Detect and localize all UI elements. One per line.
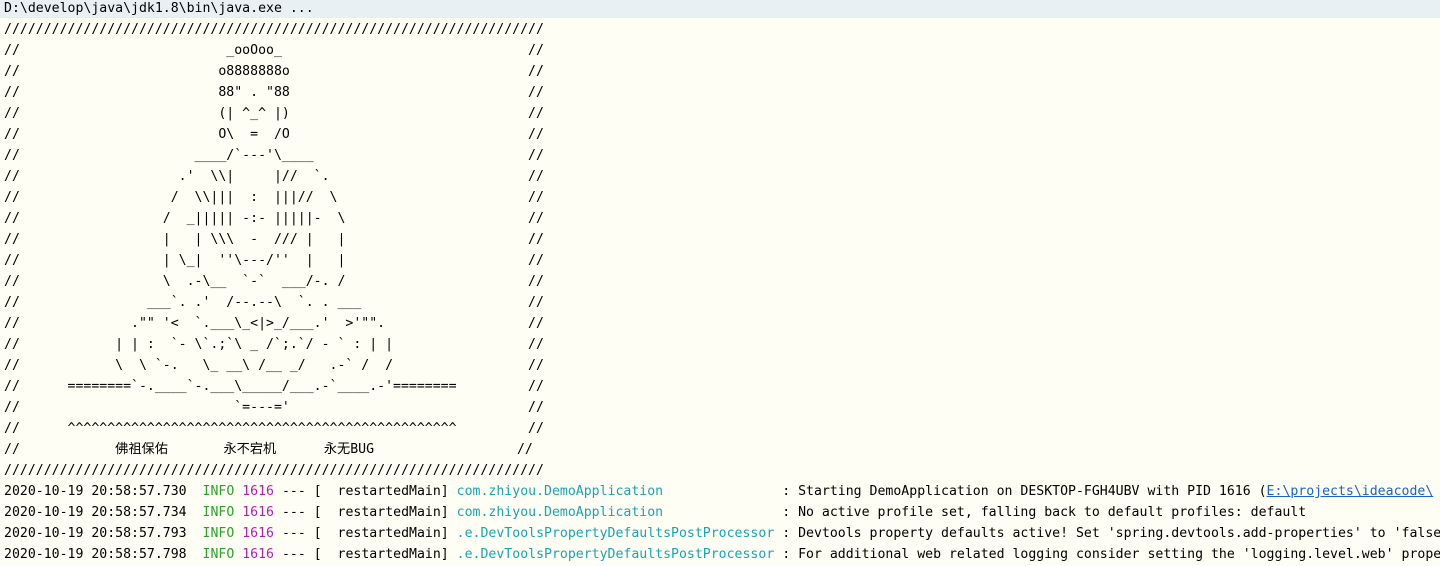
banner-line: // \ .-\__ `-` ___/-. / //	[4, 274, 544, 289]
banner-line: // | \_| ''\---/'' | | //	[4, 253, 544, 268]
banner-line: // | | \\\ - /// | | //	[4, 232, 544, 247]
banner-line: // O\ = /O //	[4, 127, 544, 142]
log-pid: 1616	[242, 526, 274, 541]
log-logger: .e.DevToolsPropertyDefaultsPostProcessor	[456, 547, 775, 562]
banner-line: // ____/`---'\____ //	[4, 148, 544, 163]
log-pid: 1616	[242, 547, 274, 562]
banner-line: // 88" . "88 //	[4, 85, 544, 100]
log-line: 2020-10-19 20:58:57.730 INFO 1616 --- [ …	[4, 481, 1440, 502]
banner-line: // | | : `- \`.;`\ _ /`;.`/ - ` : | | //	[4, 337, 544, 352]
log-file-link[interactable]: E:\projects\ideacode\	[1267, 484, 1434, 499]
log-separator: ---	[281, 484, 306, 499]
log-separator: ---	[281, 526, 306, 541]
console-output[interactable]: D:\develop\java\jdk1.8\bin\java.exe ... …	[0, 0, 1440, 566]
banner-line: // 佛祖保佑 永不宕机 永无BUG //	[4, 442, 533, 457]
banner-line: // / \\||| : |||// \ //	[4, 190, 544, 205]
log-timestamp: 2020-10-19 20:58:57.730	[4, 484, 187, 499]
command-line[interactable]: D:\develop\java\jdk1.8\bin\java.exe ...	[0, 0, 1440, 18]
log-logger: .e.DevToolsPropertyDefaultsPostProcessor	[456, 526, 775, 541]
banner-line: // _ooOoo_ //	[4, 43, 544, 58]
log-logger: com.zhiyou.DemoApplication	[456, 484, 775, 499]
log-level: INFO	[202, 484, 235, 499]
log-line: 2020-10-19 20:58:57.798 INFO 1616 --- [ …	[4, 544, 1440, 565]
banner-line: // ========`-.____`-.___\_____/___.-`___…	[4, 379, 544, 394]
banner-line: // (| ^_^ |) //	[4, 106, 544, 121]
log-pid: 1616	[242, 484, 274, 499]
log-message: : Devtools property defaults active! Set…	[782, 526, 1440, 541]
log-timestamp: 2020-10-19 20:58:57.734	[4, 505, 187, 520]
banner-line: // ."" '< `.___\_<|>_/___.' >'"". //	[4, 316, 544, 331]
banner-line: // \ \ `-. \_ __\ /__ _/ .-` / / //	[4, 358, 544, 373]
banner-line: ////////////////////////////////////////…	[4, 463, 544, 478]
log-thread: [ restartedMain]	[313, 547, 449, 562]
log-separator: ---	[281, 547, 306, 562]
log-pid: 1616	[242, 505, 274, 520]
log-thread: [ restartedMain]	[313, 505, 449, 520]
log-level: INFO	[202, 526, 235, 541]
log-logger: com.zhiyou.DemoApplication	[456, 505, 775, 520]
log-level: INFO	[202, 547, 235, 562]
banner-line: ////////////////////////////////////////…	[4, 22, 544, 37]
log-line: 2020-10-19 20:58:57.793 INFO 1616 --- [ …	[4, 523, 1440, 544]
banner-line: // ^^^^^^^^^^^^^^^^^^^^^^^^^^^^^^^^^^^^^…	[4, 421, 544, 436]
log-message: : For additional web related logging con…	[782, 547, 1440, 562]
banner-line: // .' \\| |// `. //	[4, 169, 544, 184]
log-thread: [ restartedMain]	[313, 484, 449, 499]
banner-line: // / _||||| -:- |||||- \ //	[4, 211, 544, 226]
log-level: INFO	[202, 505, 235, 520]
banner-line: // o8888888o //	[4, 64, 544, 79]
log-message: : No active profile set, falling back to…	[782, 505, 1307, 520]
log-message: : Starting DemoApplication on DESKTOP-FG…	[782, 484, 1267, 499]
banner-line: // `=---=' //	[4, 400, 544, 415]
log-timestamp: 2020-10-19 20:58:57.798	[4, 547, 187, 562]
log-line: 2020-10-19 20:58:57.734 INFO 1616 --- [ …	[4, 502, 1440, 523]
log-thread: [ restartedMain]	[313, 526, 449, 541]
log-separator: ---	[281, 505, 306, 520]
log-timestamp: 2020-10-19 20:58:57.793	[4, 526, 187, 541]
banner-line: // ___`. .' /--.--\ `. . ___ //	[4, 295, 544, 310]
